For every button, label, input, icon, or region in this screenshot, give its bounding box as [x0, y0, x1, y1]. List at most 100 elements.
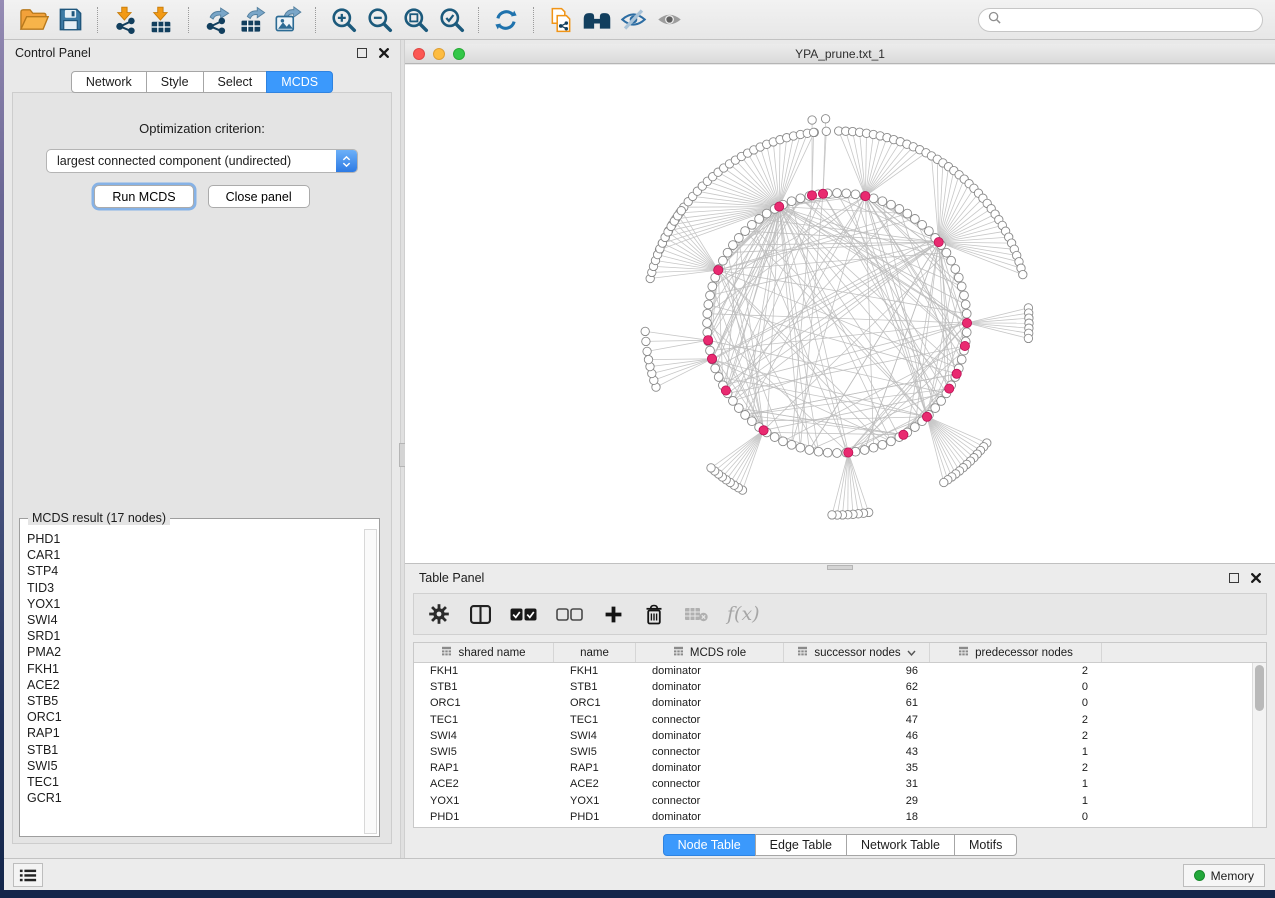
toolbar-separator — [478, 7, 479, 33]
refresh-icon[interactable] — [488, 3, 524, 37]
mcds-result-item[interactable]: SWI5 — [27, 758, 362, 774]
tab-network-table[interactable]: Network Table — [846, 834, 955, 856]
tab-select[interactable]: Select — [203, 71, 268, 93]
float-table-panel-icon[interactable] — [1229, 573, 1239, 583]
mcds-tab-content: Optimization criterion: largest connecte… — [12, 92, 392, 844]
close-panel-button[interactable]: Close panel — [208, 185, 310, 208]
table-row[interactable]: ORC1ORC1dominator610 — [414, 695, 1251, 711]
memory-button[interactable]: Memory — [1183, 864, 1265, 887]
export-table-icon[interactable] — [234, 3, 270, 37]
cell-shared-name: YOX1 — [414, 793, 554, 809]
search-box[interactable] — [978, 8, 1263, 32]
export-network-icon[interactable] — [198, 3, 234, 37]
scrollbar-thumb[interactable] — [1255, 665, 1264, 711]
list-icon — [19, 868, 37, 883]
column-header-MCDS-role[interactable]: MCDS role — [636, 643, 784, 662]
import-network-icon[interactable] — [107, 3, 143, 37]
zoom-selected-icon[interactable] — [433, 3, 469, 37]
column-header-shared-name[interactable]: shared name — [414, 643, 554, 662]
cell-shared-name: RAP1 — [414, 760, 554, 776]
mcds-result-item[interactable]: ACE2 — [27, 677, 362, 693]
import-table-icon[interactable] — [143, 3, 179, 37]
table-scrollbar[interactable] — [1252, 663, 1266, 827]
mcds-result-list[interactable]: PHD1CAR1STP4TID3YOX1SWI4SRD1PMA2FKH1ACE2… — [23, 531, 362, 833]
tab-edge-table[interactable]: Edge Table — [755, 834, 847, 856]
column-header-name[interactable]: name — [554, 643, 636, 662]
mcds-result-item[interactable]: TID3 — [27, 580, 362, 596]
tab-style[interactable]: Style — [146, 71, 204, 93]
zoom-fit-icon[interactable] — [397, 3, 433, 37]
clear-selection-icon[interactable] — [556, 608, 583, 621]
network-canvas[interactable] — [405, 65, 1275, 563]
search-input[interactable] — [1006, 13, 1253, 27]
mcds-result-item[interactable]: STB1 — [27, 742, 362, 758]
table-column-icon — [441, 646, 452, 659]
control-panel-title: Control Panel — [15, 46, 91, 60]
table-body: FKH1FKH1dominator962STB1STB1dominator620… — [414, 663, 1251, 827]
tab-network[interactable]: Network — [71, 71, 147, 93]
node-table: shared namenameMCDS rolesuccessor nodesp… — [413, 642, 1267, 828]
tab-mcds[interactable]: MCDS — [266, 71, 333, 93]
table-panel: Table Panel f(x) shared namenameMCDS rol… — [405, 563, 1275, 858]
run-mcds-button[interactable]: Run MCDS — [94, 185, 193, 208]
desktop-background: Control Panel NetworkStyleSelectMCDS Opt… — [0, 0, 1275, 898]
mcds-result-item[interactable]: YOX1 — [27, 596, 362, 612]
select-all-rows-icon[interactable] — [510, 608, 537, 621]
mcds-result-item[interactable]: SWI4 — [27, 612, 362, 628]
table-header-row: shared namenameMCDS rolesuccessor nodesp… — [414, 643, 1266, 663]
tab-node-table[interactable]: Node Table — [663, 834, 756, 856]
add-column-icon[interactable] — [602, 605, 624, 624]
result-list-scrollbar[interactable] — [364, 529, 377, 834]
mcds-result-item[interactable]: STB5 — [27, 693, 362, 709]
cell-predecessor-nodes: 2 — [930, 663, 1102, 679]
mcds-button-row: Run MCDS Close panel — [13, 185, 391, 208]
dropdown-stepper-icon — [336, 150, 357, 172]
main-toolbar — [4, 0, 1275, 40]
mcds-result-item[interactable]: CAR1 — [27, 547, 362, 563]
zoom-in-icon[interactable] — [325, 3, 361, 37]
table-row[interactable]: YOX1YOX1connector291 — [414, 793, 1251, 809]
task-history-button[interactable] — [13, 863, 43, 887]
export-image-icon[interactable] — [270, 3, 306, 37]
column-header-predecessor-nodes[interactable]: predecessor nodes — [930, 643, 1102, 662]
table-row[interactable]: FKH1FKH1dominator962 — [414, 663, 1251, 679]
table-row[interactable]: RAP1RAP1dominator352 — [414, 760, 1251, 776]
zoom-out-icon[interactable] — [361, 3, 397, 37]
show-all-icon[interactable] — [651, 3, 687, 37]
close-panel-icon[interactable] — [379, 48, 389, 58]
column-header-filler — [1102, 643, 1266, 662]
cell-name: ORC1 — [554, 695, 636, 711]
mcds-result-item[interactable]: TEC1 — [27, 774, 362, 790]
table-row[interactable]: SWI4SWI4dominator462 — [414, 728, 1251, 744]
close-table-panel-icon[interactable] — [1251, 573, 1261, 583]
table-row[interactable]: PHD1PHD1dominator180 — [414, 809, 1251, 825]
hide-selected-icon[interactable] — [615, 3, 651, 37]
mcds-result-item[interactable]: PHD1 — [27, 531, 362, 547]
mcds-result-item[interactable]: PMA2 — [27, 644, 362, 660]
delete-columns-icon[interactable] — [643, 604, 665, 625]
clone-network-icon[interactable] — [543, 3, 579, 37]
mcds-result-item[interactable]: SRD1 — [27, 628, 362, 644]
mcds-result-item[interactable]: GCR1 — [27, 790, 362, 806]
optimization-criterion-dropdown[interactable]: largest connected component (undirected) — [46, 149, 358, 173]
table-row[interactable]: TEC1TEC1connector472 — [414, 712, 1251, 728]
mcds-result-item[interactable]: ORC1 — [27, 709, 362, 725]
cell-mcds-role: connector — [636, 793, 784, 809]
save-session-icon[interactable] — [52, 3, 88, 37]
column-layout-icon[interactable] — [469, 605, 491, 624]
open-session-icon[interactable] — [16, 3, 52, 37]
column-header-successor-nodes[interactable]: successor nodes — [784, 643, 930, 662]
right-column: YPA_prune.txt_1 Table Panel — [405, 40, 1275, 858]
mcds-result-item[interactable]: RAP1 — [27, 725, 362, 741]
cell-predecessor-nodes: 1 — [930, 776, 1102, 792]
table-row[interactable]: ACE2ACE2connector311 — [414, 776, 1251, 792]
table-row[interactable]: SWI5SWI5connector431 — [414, 744, 1251, 760]
search-network-icon[interactable] — [579, 3, 615, 37]
mcds-result-item[interactable]: STP4 — [27, 563, 362, 579]
tab-motifs[interactable]: Motifs — [954, 834, 1017, 856]
mcds-result-item[interactable]: FKH1 — [27, 661, 362, 677]
float-panel-icon[interactable] — [357, 48, 367, 58]
table-row[interactable]: STB1STB1dominator620 — [414, 679, 1251, 695]
settings-gear-icon[interactable] — [428, 604, 450, 624]
cell-shared-name: PHD1 — [414, 809, 554, 825]
